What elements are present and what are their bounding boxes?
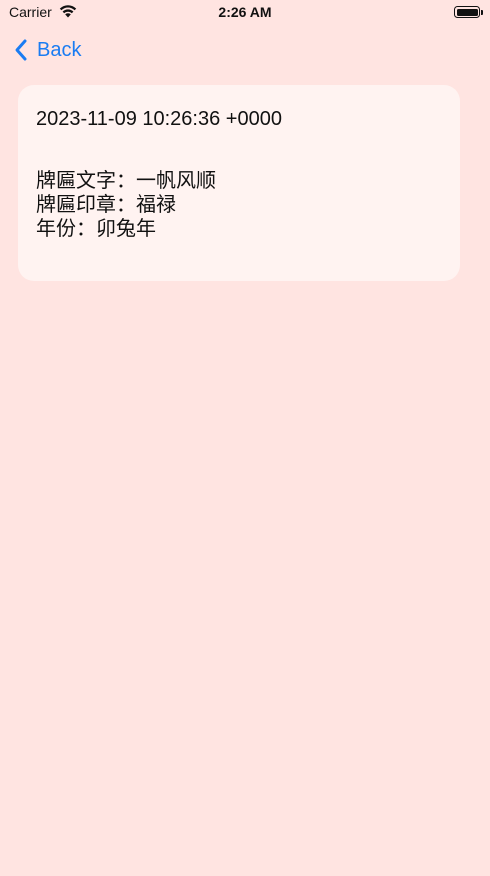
timestamp: 2023-11-09 10:26:36 +0000 — [36, 108, 282, 130]
clock-time: 2:26 AM — [218, 4, 272, 20]
back-label: Back — [37, 38, 82, 61]
battery-level — [456, 8, 478, 16]
battery-icon — [454, 6, 483, 18]
record-card: 2023-11-09 10:26:36 +0000 牌匾文字：一帆风顺 牌匾印章… — [18, 85, 460, 281]
navigation-bar: Back — [0, 34, 490, 66]
status-bar: Carrier 2:26 AM — [0, 0, 490, 26]
chevron-left-icon — [15, 39, 27, 61]
back-button[interactable]: Back — [13, 34, 81, 66]
battery-cap — [481, 10, 483, 15]
year-line: 年份：卯兔年 — [36, 218, 156, 240]
record-details: 牌匾文字：一帆风顺 牌匾印章：福禄 年份：卯兔年 — [36, 169, 442, 241]
plaque-seal-line: 牌匾印章：福禄 — [36, 194, 176, 216]
plaque-text-line: 牌匾文字：一帆风顺 — [36, 170, 216, 192]
